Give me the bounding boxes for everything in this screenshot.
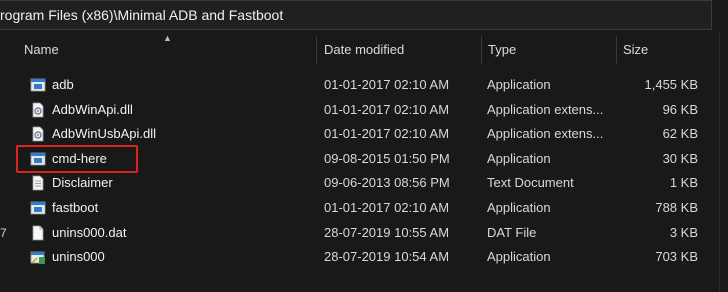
file-date-modified: 01-01-2017 02:10 AM <box>324 126 450 142</box>
column-header-type[interactable]: Type <box>480 36 618 64</box>
application-icon <box>30 77 46 93</box>
dll-icon <box>30 102 46 118</box>
file-type: Application extens... <box>487 101 604 117</box>
file-size: 1,455 KB <box>644 77 699 92</box>
address-bar[interactable]: rogram Files (x86)\Minimal ADB and Fastb… <box>0 0 712 30</box>
file-type: DAT File <box>487 224 537 240</box>
file-date-modified: 28-07-2019 10:54 AM <box>324 249 450 265</box>
file-date-modified: 09-06-2013 08:56 PM <box>324 175 450 191</box>
file-type: Application <box>487 199 551 215</box>
file-name: AdbWinApi.dll <box>52 101 133 117</box>
file-row[interactable]: Disclaimer 09-06-2013 08:56 PM Text Docume… <box>12 171 712 196</box>
highlight-annotation-box <box>16 145 138 173</box>
installer-icon <box>30 249 46 265</box>
column-header-name[interactable]: Name <box>16 36 316 64</box>
file-row[interactable]: fastboot 01-01-2017 02:10 AM Application 78… <box>12 196 712 221</box>
file-row[interactable]: unins000 28-07-2019 10:54 AM Application 70… <box>12 245 712 270</box>
file-size: 3 KB <box>669 224 698 240</box>
file-size: 1 KB <box>669 175 698 191</box>
application-icon <box>30 200 46 216</box>
file-name: unins000.dat <box>52 224 127 240</box>
file-size: 703 KB <box>655 249 698 265</box>
file-type: Application <box>487 77 551 92</box>
file-name: unins000 <box>52 249 105 265</box>
file-name: AdbWinUsbApi.dll <box>52 126 157 142</box>
file-size: 96 KB <box>662 101 698 117</box>
scrollbar-track[interactable] <box>719 31 720 292</box>
file-row[interactable]: adb 01-01-2017 02:10 AM Application 1,455 K… <box>12 73 712 98</box>
column-header-row: Name Date modified Type Size <box>12 36 712 64</box>
text-document-icon <box>30 175 46 191</box>
file-size: 788 KB <box>655 199 698 215</box>
file-row[interactable]: AdbWinUsbApi.dll 01-01-2017 02:10 AM Appli… <box>12 122 712 147</box>
file-name: Disclaimer <box>52 175 113 191</box>
file-date-modified: 01-01-2017 02:10 AM <box>324 101 450 117</box>
address-path[interactable]: rogram Files (x86)\Minimal ADB and Fastb… <box>0 7 283 23</box>
column-header-date-modified[interactable]: Date modified <box>316 36 481 64</box>
file-size: 30 KB <box>662 150 698 166</box>
file-explorer-window: rogram Files (x86)\Minimal ADB and Fastb… <box>0 0 728 292</box>
file-type: Text Document <box>487 175 574 191</box>
file-type: Application <box>487 249 551 265</box>
file-date-modified: 28-07-2019 10:55 AM <box>324 224 450 240</box>
file-size: 62 KB <box>662 126 698 142</box>
file-date-modified: 01-01-2017 02:10 AM <box>324 77 450 92</box>
dll-icon <box>30 126 46 142</box>
navigation-pane-fragment[interactable]: 7 <box>0 226 7 240</box>
file-row[interactable]: unins000.dat 28-07-2019 10:55 AM DAT File 3… <box>12 221 712 246</box>
file-date-modified: 09-08-2015 01:50 PM <box>324 150 450 166</box>
dat-file-icon <box>30 225 46 241</box>
file-date-modified: 01-01-2017 02:10 AM <box>324 199 450 215</box>
column-header-size[interactable]: Size <box>615 36 705 64</box>
file-name: adb <box>52 77 74 92</box>
file-type: Application extens... <box>487 126 604 142</box>
file-type: Application <box>487 150 551 166</box>
file-name: fastboot <box>52 199 99 215</box>
file-row[interactable]: AdbWinApi.dll 01-01-2017 02:10 AM Applicat… <box>12 98 712 123</box>
vertical-scrollbar[interactable] <box>712 31 728 292</box>
navigation-pane-edge: 7 <box>0 31 12 292</box>
